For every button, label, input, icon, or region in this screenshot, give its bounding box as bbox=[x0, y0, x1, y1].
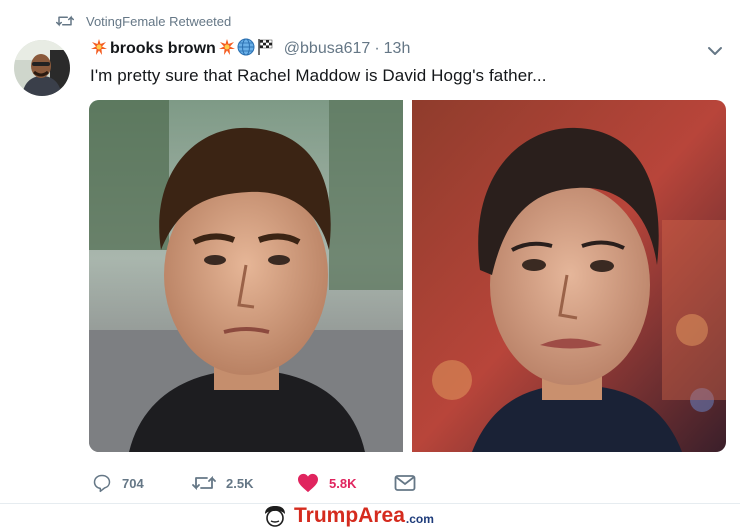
more-options-button[interactable] bbox=[706, 42, 724, 60]
retweet-icon bbox=[56, 15, 74, 27]
watermark-trump: Trump bbox=[294, 504, 359, 527]
tweet-media[interactable] bbox=[89, 100, 726, 452]
like-count: 5.8K bbox=[329, 475, 357, 491]
avatar-image bbox=[14, 40, 70, 96]
like-button[interactable]: 5.8K bbox=[297, 473, 394, 493]
watermark-area: Area bbox=[358, 504, 405, 527]
retweet-count: 2.5K bbox=[226, 475, 254, 491]
watermark-tld: .com bbox=[405, 512, 434, 526]
heart-icon bbox=[298, 473, 318, 493]
tweet-header: brooks brown @bbusa617 · 13h bbox=[90, 38, 410, 60]
tweet-actions: 704 2.5K 5.8K bbox=[92, 470, 426, 496]
checkered-flag-emoji bbox=[257, 38, 275, 61]
collision-emoji bbox=[91, 38, 107, 60]
retweet-button[interactable]: 2.5K bbox=[192, 474, 297, 492]
envelope-icon bbox=[394, 475, 416, 491]
tweet-timestamp[interactable]: 13h bbox=[384, 40, 411, 58]
separator-dot: · bbox=[374, 40, 380, 57]
direct-message-button[interactable] bbox=[394, 474, 426, 492]
retweet-text[interactable]: VotingFemale Retweeted bbox=[86, 14, 231, 29]
retweet-icon bbox=[192, 475, 216, 491]
site-watermark: Trump Area .com bbox=[262, 504, 434, 527]
avatar[interactable] bbox=[14, 40, 70, 96]
photo-left[interactable] bbox=[89, 100, 403, 452]
globe-emoji bbox=[237, 38, 255, 61]
display-name[interactable]: brooks brown bbox=[110, 40, 216, 58]
reply-count: 704 bbox=[122, 475, 144, 491]
reply-button[interactable]: 704 bbox=[92, 473, 192, 493]
photo-right[interactable] bbox=[412, 100, 726, 452]
chevron-down-icon bbox=[708, 47, 722, 55]
user-handle[interactable]: @bbusa617 bbox=[284, 40, 371, 58]
retweet-context[interactable]: VotingFemale Retweeted bbox=[56, 12, 231, 30]
tweet-text: I'm pretty sure that Rachel Maddow is Da… bbox=[90, 66, 547, 85]
reply-icon bbox=[93, 474, 111, 493]
trump-face-logo bbox=[265, 506, 285, 527]
collision-emoji bbox=[218, 38, 235, 60]
